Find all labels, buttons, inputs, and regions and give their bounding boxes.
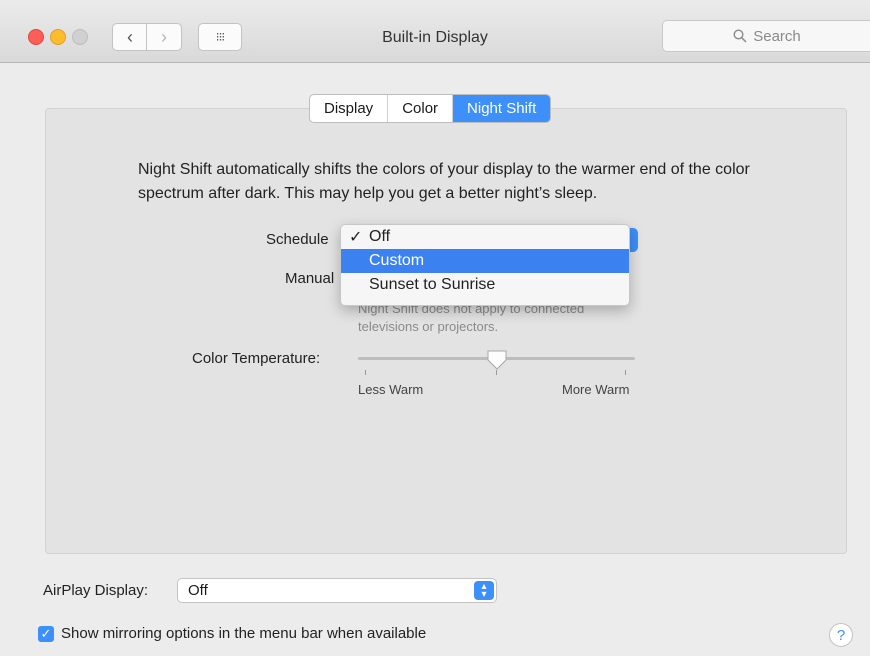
schedule-menu: ✓ Off Custom Sunset to Sunrise bbox=[340, 224, 630, 306]
less-warm-label: Less Warm bbox=[358, 382, 424, 397]
menu-item-label: Off bbox=[369, 228, 391, 245]
checkmark-icon: ✓ bbox=[40, 626, 52, 641]
more-warm-label: More Warm bbox=[562, 382, 630, 397]
menu-item-label: Custom bbox=[369, 252, 425, 269]
menu-item-label: Sunset to Sunrise bbox=[369, 276, 496, 293]
tab-display[interactable]: Display bbox=[310, 95, 389, 122]
menu-item-off[interactable]: ✓ Off bbox=[341, 225, 629, 249]
slider-tick bbox=[365, 370, 366, 375]
airplay-display-label: AirPlay Display: bbox=[43, 582, 149, 599]
mirroring-checkbox[interactable]: ✓ bbox=[38, 626, 54, 642]
mirroring-label: Show mirroring options in the menu bar w… bbox=[61, 625, 427, 642]
color-temperature-thumb[interactable] bbox=[486, 349, 508, 371]
color-temperature-label: Color Temperature: bbox=[192, 350, 321, 367]
tab-bar: Display Color Night Shift bbox=[309, 94, 552, 123]
magnifier-icon bbox=[733, 29, 747, 43]
slider-tick bbox=[625, 370, 626, 375]
schedule-label: Schedule bbox=[266, 231, 329, 248]
checkmark-icon: ✓ bbox=[349, 229, 363, 246]
title-bar: ‹ › ⁝⁝⁝ Built-in Display Search bbox=[0, 0, 870, 63]
menu-item-sunset-to-sunrise[interactable]: Sunset to Sunrise bbox=[341, 273, 629, 297]
airplay-display-value: Off bbox=[188, 582, 208, 599]
question-mark-icon: ? bbox=[836, 626, 846, 644]
search-field[interactable]: Search bbox=[662, 20, 870, 52]
select-arrows-icon: ▴ ▾ bbox=[474, 581, 494, 600]
night-shift-description: Night Shift automatically shifts the col… bbox=[138, 161, 750, 202]
menu-item-custom[interactable]: Custom bbox=[341, 249, 629, 273]
help-button[interactable]: ? bbox=[829, 623, 853, 647]
search-placeholder: Search bbox=[753, 27, 801, 45]
tab-color[interactable]: Color bbox=[388, 95, 454, 122]
manual-label: Manual bbox=[285, 270, 335, 287]
tab-night-shift[interactable]: Night Shift bbox=[453, 95, 551, 122]
airplay-display-select[interactable]: Off ▴ ▾ bbox=[177, 578, 497, 603]
